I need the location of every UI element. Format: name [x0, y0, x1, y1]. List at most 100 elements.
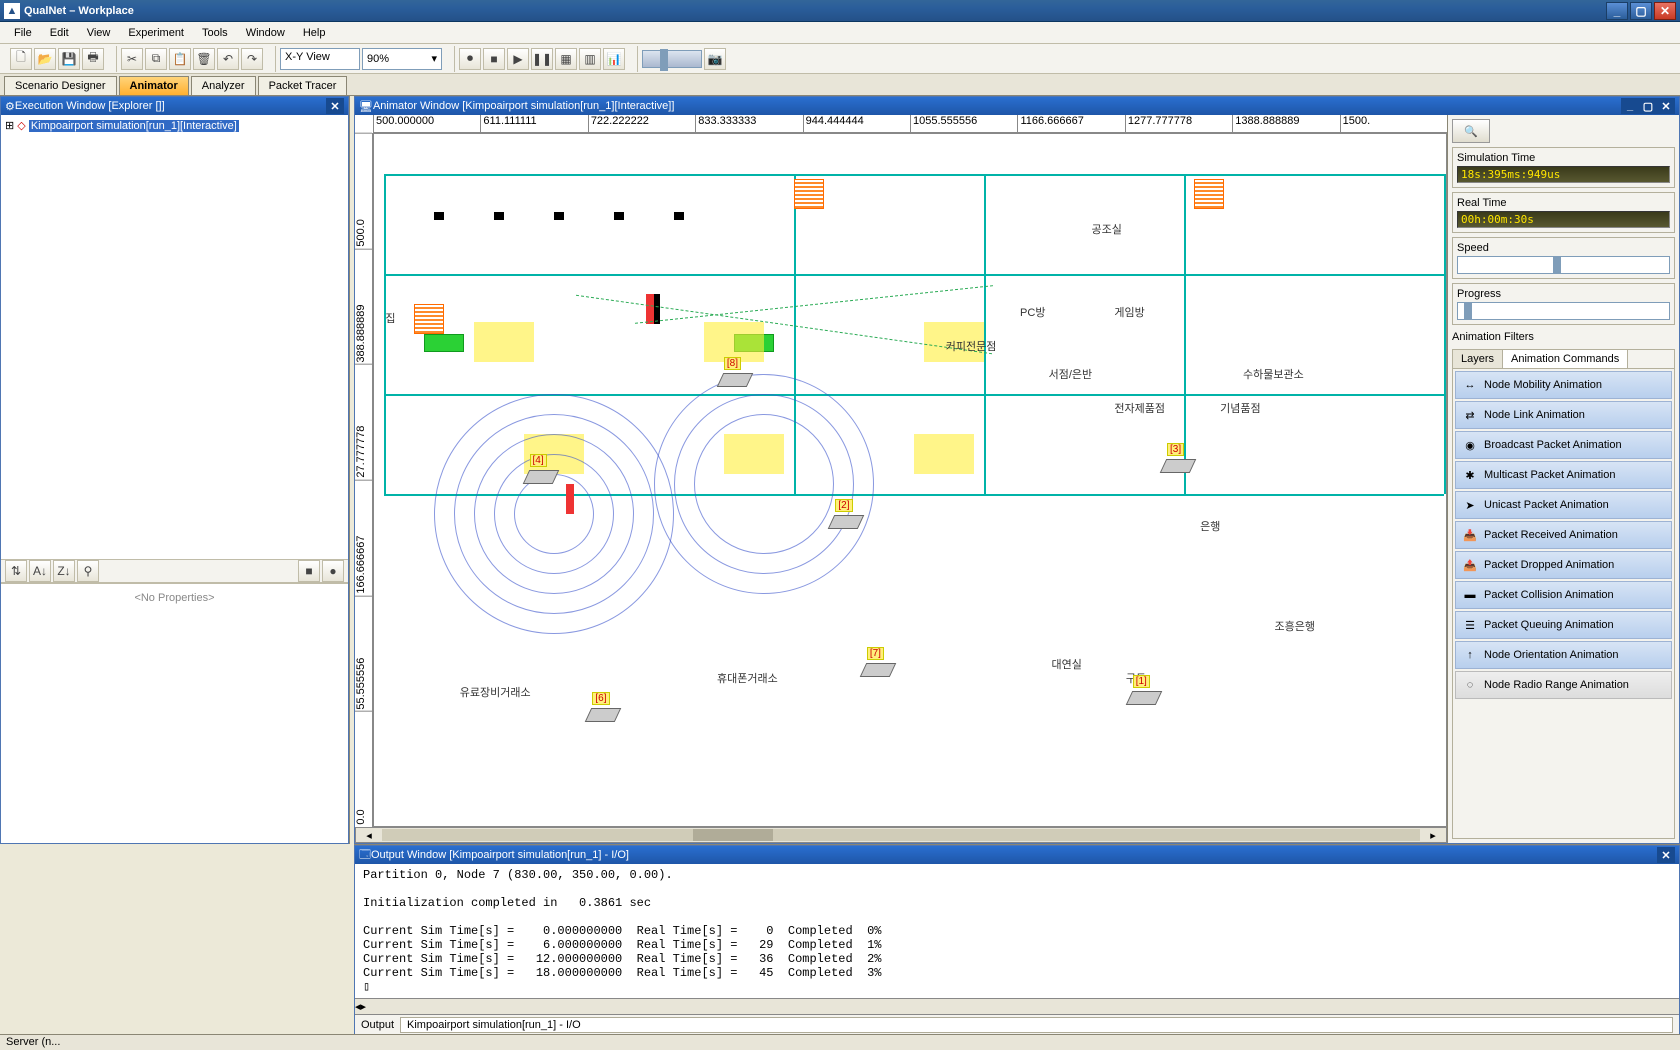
print-button[interactable]: 🖶: [82, 48, 104, 70]
output-icon: 🗔: [359, 846, 371, 865]
network-node[interactable]: [1]: [1129, 691, 1159, 715]
menu-file[interactable]: File: [6, 25, 40, 41]
ruler-y: 500.0 388.888889 27.777778 166.666667 55…: [355, 133, 373, 827]
filter-icon: ↔: [1462, 377, 1478, 393]
filter-tab-layers[interactable]: Layers: [1453, 350, 1503, 368]
new-button[interactable]: 🗋: [10, 48, 32, 70]
room-label: 게임방: [1114, 304, 1144, 320]
explorer-tree[interactable]: ⊞ ◇ Kimpoairport simulation[run_1][Inter…: [1, 115, 348, 559]
animator-close-button[interactable]: ✕: [1657, 98, 1675, 114]
output-close-button[interactable]: ✕: [1657, 847, 1675, 863]
close-button[interactable]: ✕: [1654, 2, 1676, 20]
filter-item[interactable]: ✱Multicast Packet Animation: [1455, 461, 1672, 489]
output-console[interactable]: Partition 0, Node 7 (830.00, 350.00, 0.0…: [355, 864, 1679, 998]
stats-button[interactable]: 📊: [603, 48, 625, 70]
view-mode-select[interactable]: X-Y View: [280, 48, 360, 70]
filter-item[interactable]: ▬Packet Collision Animation: [1455, 581, 1672, 609]
stop-button[interactable]: ■: [483, 48, 505, 70]
sim-time-value: 18s:395ms:949us: [1457, 166, 1670, 183]
filter-item[interactable]: 📥Packet Received Animation: [1455, 521, 1672, 549]
ruler-tick: 0.0: [355, 711, 372, 827]
filter-label: Packet Collision Animation: [1484, 589, 1614, 601]
menu-help[interactable]: Help: [295, 25, 334, 41]
menu-tools[interactable]: Tools: [194, 25, 236, 41]
scroll-left-button[interactable]: ◂: [356, 829, 382, 842]
step-button[interactable]: ▦: [555, 48, 577, 70]
scroll-right-button[interactable]: ▸: [1420, 829, 1446, 842]
tree-expand-icon[interactable]: ⊞: [5, 120, 14, 132]
filter-icon: ↑: [1462, 647, 1478, 663]
progress-slider[interactable]: [1457, 302, 1670, 320]
app-logo-icon: ▲: [4, 3, 20, 19]
filter-button[interactable]: ⚲: [77, 560, 99, 582]
tree-root[interactable]: ⊞ ◇ Kimpoairport simulation[run_1][Inter…: [5, 119, 344, 132]
explorer-close-button[interactable]: ✕: [326, 98, 344, 114]
animator-min-button[interactable]: _: [1621, 98, 1639, 114]
floorplan-canvas[interactable]: 공조실PC방커피전문점게임방서점/은반전자제품점기념품점수하물보관소유료장비거래…: [373, 133, 1447, 827]
delete-button[interactable]: 🗑: [193, 48, 215, 70]
filter-icon: ➤: [1462, 497, 1478, 513]
filter-item[interactable]: ◉Broadcast Packet Animation: [1455, 431, 1672, 459]
filter-item[interactable]: ↑Node Orientation Animation: [1455, 641, 1672, 669]
filter-tab-commands[interactable]: Animation Commands: [1503, 350, 1628, 368]
room-label: 유료장비거래소: [460, 684, 531, 700]
filter-item[interactable]: ☰Packet Queuing Animation: [1455, 611, 1672, 639]
animator-header: 🖥 Animator Window [Kimpoairport simulati…: [355, 97, 1679, 115]
animator-title: Animator Window [Kimpoairport simulation…: [373, 100, 674, 112]
tab-analyzer[interactable]: Analyzer: [191, 76, 256, 95]
tree-item-label[interactable]: Kimpoairport simulation[run_1][Interacti…: [29, 120, 239, 132]
cut-button[interactable]: ✂: [121, 48, 143, 70]
menu-window[interactable]: Window: [238, 25, 293, 41]
screenshot-button[interactable]: 📷: [704, 48, 726, 70]
chart-button[interactable]: ▥: [579, 48, 601, 70]
pause-button[interactable]: ❚❚: [531, 48, 553, 70]
redo-button[interactable]: ↷: [241, 48, 263, 70]
filter-item[interactable]: ◌Node Radio Range Animation: [1455, 671, 1672, 699]
tab-scenario-designer[interactable]: Scenario Designer: [4, 76, 117, 95]
network-node[interactable]: [3]: [1163, 459, 1193, 483]
sort-asc-button[interactable]: ⇅: [5, 560, 27, 582]
explorer-header: ⚙ Execution Window [Explorer []] ✕: [1, 97, 348, 115]
network-node[interactable]: [7]: [863, 663, 893, 687]
filter-list: ↔Node Mobility Animation⇄Node Link Anima…: [1453, 369, 1674, 701]
record-button[interactable]: ⏺: [459, 48, 481, 70]
tab-animator[interactable]: Animator: [119, 76, 189, 95]
filter-item[interactable]: ➤ Unicast Packet Animation: [1455, 491, 1672, 519]
zoom-button[interactable]: 🔍: [1452, 119, 1490, 143]
explorer-title: Execution Window [Explorer []]: [15, 100, 165, 112]
sort-az-button[interactable]: A↓: [29, 560, 51, 582]
play-button[interactable]: ▶: [507, 48, 529, 70]
network-node[interactable]: [8]: [720, 373, 750, 397]
network-node[interactable]: [6]: [588, 708, 618, 732]
menu-view[interactable]: View: [79, 25, 119, 41]
filter-label: Packet Received Animation: [1484, 529, 1618, 541]
minimize-button[interactable]: _: [1606, 2, 1628, 20]
run-sim-button[interactable]: ●: [322, 560, 344, 582]
canvas-scrollbar-x[interactable]: ◂ ▸: [355, 827, 1447, 843]
speed-slider-sim[interactable]: [1457, 256, 1670, 274]
network-node[interactable]: [4]: [526, 470, 556, 494]
copy-button[interactable]: ⧉: [145, 48, 167, 70]
menu-edit[interactable]: Edit: [42, 25, 77, 41]
paste-button[interactable]: 📋: [169, 48, 191, 70]
filter-item[interactable]: 📤Packet Dropped Animation: [1455, 551, 1672, 579]
open-button[interactable]: 📂: [34, 48, 56, 70]
animator-max-button[interactable]: ▢: [1639, 98, 1657, 114]
filter-label: Unicast Packet Animation: [1484, 499, 1609, 511]
network-node[interactable]: [2]: [831, 515, 861, 539]
room-label: 전자제품점: [1114, 400, 1165, 416]
speed-slider[interactable]: [642, 50, 702, 68]
sort-za-button[interactable]: Z↓: [53, 560, 75, 582]
filter-item[interactable]: ↔Node Mobility Animation: [1455, 371, 1672, 399]
tab-packet-tracer[interactable]: Packet Tracer: [258, 76, 348, 95]
stop-sim-button[interactable]: ■: [298, 560, 320, 582]
undo-button[interactable]: ↶: [217, 48, 239, 70]
room-label: 휴대폰거래소: [717, 670, 778, 686]
filter-item[interactable]: ⇄Node Link Animation: [1455, 401, 1672, 429]
simulation-panel: 🔍 Simulation Time 18s:395ms:949us Real T…: [1447, 115, 1679, 843]
save-button[interactable]: 💾: [58, 48, 80, 70]
maximize-button[interactable]: ▢: [1630, 2, 1652, 20]
output-scrollbar-x[interactable]: ◂▸: [355, 998, 1679, 1014]
zoom-select[interactable]: 90% ▾: [362, 48, 442, 70]
menu-experiment[interactable]: Experiment: [120, 25, 192, 41]
